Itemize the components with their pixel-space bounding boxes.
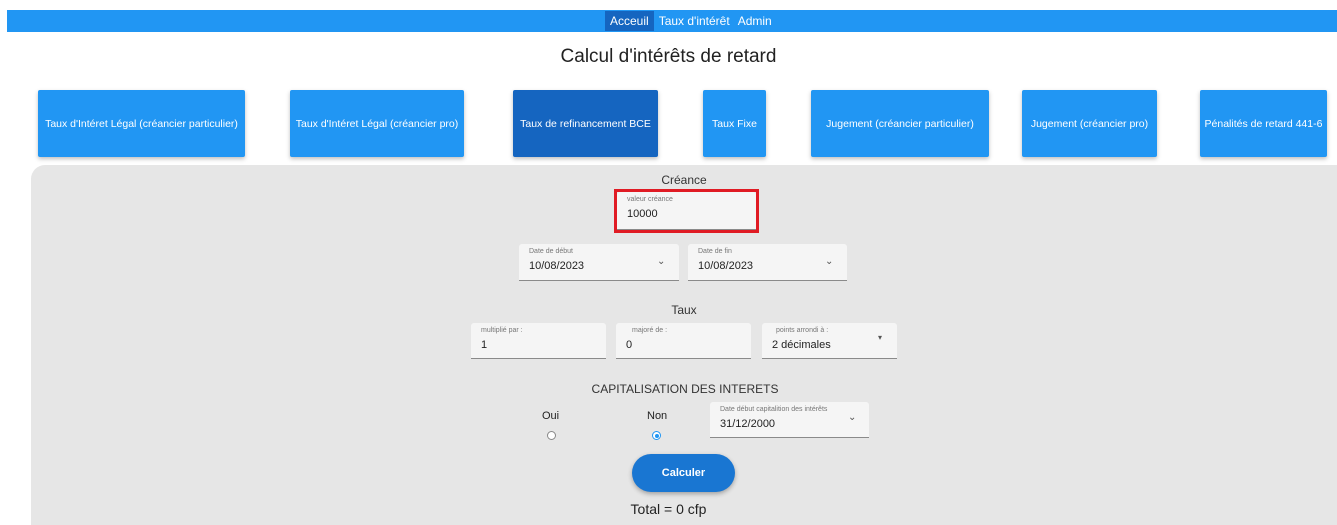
majore-value: 0: [626, 339, 633, 351]
caret-down-icon: ▾: [878, 333, 883, 342]
capitalisation-date-value: 31/12/2000: [720, 418, 776, 430]
arrondi-value: 2 décimales: [772, 339, 831, 351]
non-label: Non: [647, 410, 668, 422]
mode-button-taux-legal-pro[interactable]: Taux d'Intéret Légal (créancier pro): [290, 90, 464, 157]
mode-button-penalites-retard[interactable]: Pénalités de retard 441-6: [1200, 90, 1327, 157]
end-date-value: 10/08/2023: [698, 260, 754, 272]
chevron-down-icon: ⌄: [848, 412, 857, 423]
start-date-value: 10/08/2023: [529, 260, 585, 272]
multiplier-value: 1: [481, 339, 488, 351]
page-title: Calcul d'intérêts de retard: [560, 46, 777, 67]
capitalisation-heading: CAPITALISATION DES INTERETS: [591, 382, 779, 396]
taux-heading: Taux: [671, 303, 697, 317]
majore-field[interactable]: majoré de : 0: [616, 323, 751, 359]
nav-item-acceuil[interactable]: Acceuil: [605, 11, 654, 31]
capitalisation-date-select[interactable]: Date début capitalition des intérêts 31/…: [710, 402, 869, 438]
end-date-label: Date de fin: [698, 248, 732, 255]
creance-heading: Créance: [661, 173, 707, 187]
nav-menu: Acceuil Taux d'intérêt Admin: [605, 10, 777, 32]
total-result: Total = 0 cfp: [630, 501, 707, 517]
mode-button-jugement-pro[interactable]: Jugement (créancier pro): [1022, 90, 1157, 157]
calculate-button[interactable]: Calculer: [632, 454, 735, 492]
arrondi-label: points arrondi à :: [776, 327, 829, 334]
arrondi-select[interactable]: points arrondi à : 2 décimales ▾: [762, 323, 897, 359]
multiplier-field[interactable]: multiplié par : 1: [471, 323, 606, 359]
mode-button-taux-legal-particulier[interactable]: Taux d'Intéret Légal (créancier particul…: [38, 90, 245, 157]
mode-button-taux-fixe[interactable]: Taux Fixe: [703, 90, 766, 157]
chevron-down-icon: ⌄: [657, 256, 666, 267]
start-date-select[interactable]: Date de début 10/08/2023 ⌄: [519, 244, 679, 281]
oui-radio[interactable]: [547, 431, 556, 440]
oui-label: Oui: [542, 410, 560, 422]
top-nav-bar: Acceuil Taux d'intérêt Admin: [7, 10, 1337, 32]
mode-button-jugement-particulier[interactable]: Jugement (créancier particulier): [811, 90, 989, 157]
non-radio[interactable]: [652, 431, 661, 440]
start-date-label: Date de début: [529, 248, 573, 255]
nav-item-admin[interactable]: Admin: [735, 11, 775, 31]
capitalisation-date-label: Date début capitalition des intérêts: [720, 406, 828, 413]
nav-item-taux-interet[interactable]: Taux d'intérêt: [656, 11, 733, 31]
creance-highlight-box: [614, 189, 759, 233]
end-date-select[interactable]: Date de fin 10/08/2023 ⌄: [688, 244, 847, 281]
majore-label: majoré de :: [632, 327, 668, 334]
chevron-down-icon: ⌄: [825, 256, 834, 267]
multiplier-label: multiplié par :: [481, 327, 523, 334]
mode-button-refinancement-bce[interactable]: Taux de refinancement BCE: [513, 90, 658, 157]
